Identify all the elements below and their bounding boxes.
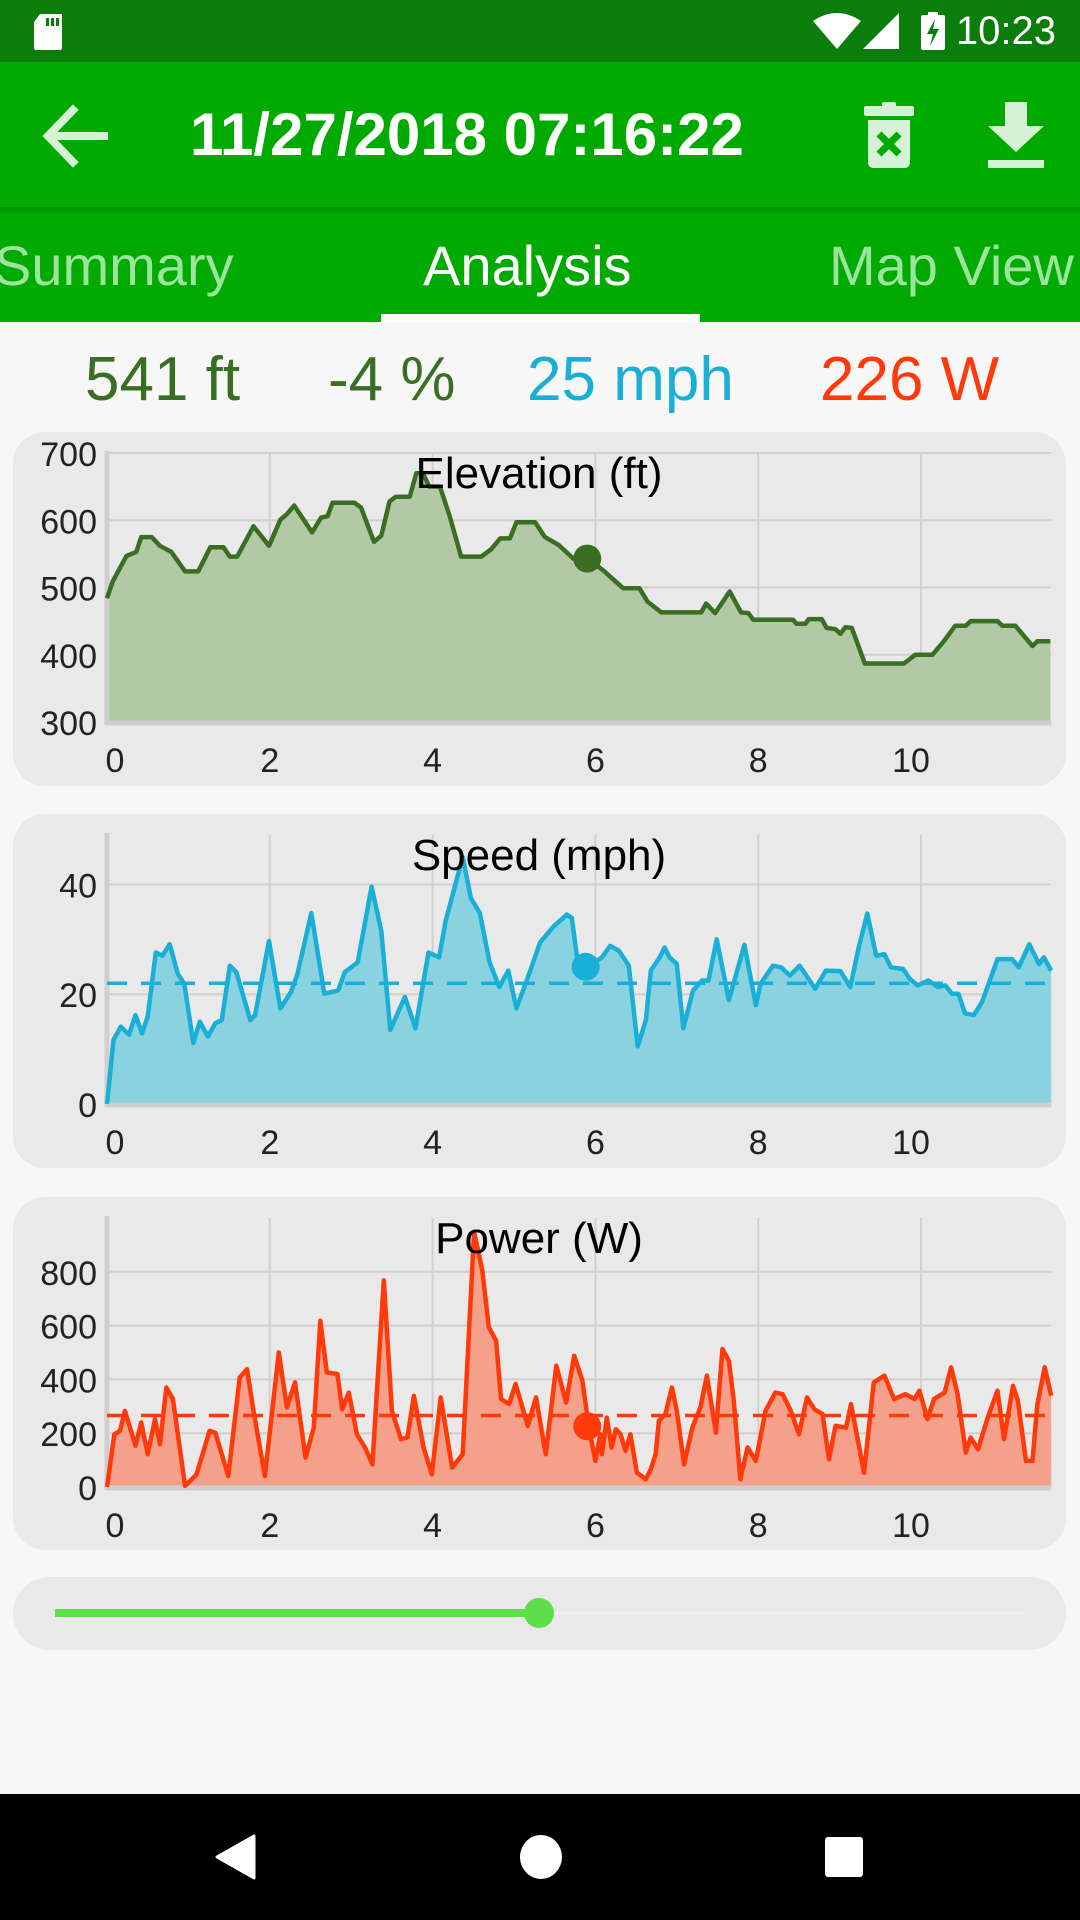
x-tick-label: 6 (586, 742, 605, 780)
x-tick-label: 0 (106, 1507, 125, 1545)
y-tick-label: 400 (40, 638, 97, 676)
x-tick-label: 10 (892, 742, 930, 780)
back-triangle-icon (215, 1834, 256, 1880)
x-tick-label: 0 (106, 1124, 125, 1162)
x-tick-label: 10 (892, 1124, 930, 1162)
nav-bar (0, 1794, 1080, 1920)
stats-row: 541 ft -4 % 25 mph 226 W (0, 340, 1080, 420)
app-bar: 11/27/2018 07:16:22 (0, 62, 1080, 210)
battery-charging-icon (921, 12, 945, 50)
tab-bar: Summary Analysis Map View (0, 213, 1080, 322)
x-tick-label: 4 (423, 742, 442, 780)
x-tick-label: 4 (423, 1124, 442, 1162)
cell-signal-icon (863, 13, 899, 49)
y-tick-label: 700 (40, 436, 97, 474)
power-stat: 226 W (820, 345, 1000, 414)
wifi-icon (813, 13, 861, 49)
delete-button[interactable] (862, 102, 916, 170)
x-tick-label: 8 (749, 1124, 768, 1162)
y-tick-label: 600 (40, 503, 97, 541)
clock: 10:23 (955, 9, 1056, 53)
status-bar: 10:23 (0, 0, 1080, 62)
power-chart-card: Power (W) 0 200 400 600 800 0 2 4 6 8 10 (13, 1197, 1066, 1550)
position-slider-card (13, 1577, 1066, 1650)
chart-title: Elevation (ft) (416, 449, 663, 498)
slider-thumb[interactable] (524, 1598, 554, 1628)
chart-title: Power (W) (435, 1214, 643, 1263)
trash-x-icon (864, 102, 914, 168)
x-tick-label: 4 (423, 1507, 442, 1545)
x-tick-label: 2 (260, 1507, 279, 1545)
elevation-chart[interactable]: Elevation (ft) 300 400 500 600 700 0 2 4 6 8 10 (13, 432, 1066, 786)
y-tick-label: 20 (59, 977, 97, 1015)
power-chart[interactable]: Power (W) 0 200 400 600 800 0 2 4 6 8 10 (13, 1197, 1066, 1550)
nav-home-button[interactable] (519, 1834, 563, 1880)
y-tick-label: 200 (40, 1416, 97, 1454)
y-tick-label: 600 (40, 1309, 97, 1347)
y-tick-label: 800 (40, 1255, 97, 1293)
download-icon (988, 102, 1044, 168)
page-title: 11/27/2018 07:16:22 (190, 101, 744, 168)
tab-analysis[interactable]: Analysis (423, 233, 632, 299)
back-button[interactable] (38, 102, 110, 170)
y-tick-label: 300 (40, 705, 97, 743)
chart-title: Speed (mph) (412, 831, 666, 880)
area-fill (107, 1232, 1052, 1487)
x-tick-label: 2 (260, 742, 279, 780)
nav-recents-button[interactable] (824, 1836, 864, 1878)
elevation-chart-card: Elevation (ft) 300 400 500 600 700 0 2 4 6 8 10 (13, 432, 1066, 786)
cursor-marker[interactable] (571, 952, 600, 981)
nav-back-button[interactable] (214, 1834, 260, 1880)
x-tick-label: 8 (749, 742, 768, 780)
x-tick-label: 8 (749, 1507, 768, 1545)
x-tick-label: 6 (586, 1124, 605, 1162)
download-button[interactable] (988, 102, 1044, 170)
y-tick-label: 500 (40, 571, 97, 609)
arrow-left-icon (42, 104, 108, 168)
y-tick-label: 400 (40, 1362, 97, 1400)
tab-map-view[interactable]: Map View (829, 233, 1074, 299)
elevation-stat: 541 ft (85, 345, 241, 414)
x-tick-label: 2 (260, 1124, 279, 1162)
y-tick-label: 40 (59, 867, 97, 905)
x-tick-label: 0 (106, 742, 125, 780)
grade-stat: -4 % (328, 345, 456, 414)
active-tab-indicator (381, 314, 700, 322)
speed-chart-card: Speed (mph) 0 20 40 0 2 4 6 8 10 (13, 814, 1066, 1168)
slider-fill (55, 1609, 539, 1617)
y-tick-label: 0 (78, 1087, 97, 1125)
sd-card-icon (34, 14, 62, 50)
x-tick-label: 10 (892, 1507, 930, 1545)
recents-square-icon (825, 1837, 863, 1877)
home-circle-icon (520, 1835, 562, 1879)
cursor-marker[interactable] (573, 544, 602, 573)
tab-summary[interactable]: Summary (0, 233, 234, 299)
position-slider[interactable] (55, 1598, 1023, 1628)
speed-stat: 25 mph (527, 345, 734, 414)
speed-chart[interactable]: Speed (mph) 0 20 40 0 2 4 6 8 10 (13, 814, 1066, 1168)
cursor-marker[interactable] (573, 1412, 602, 1441)
y-tick-label: 0 (78, 1470, 97, 1508)
x-tick-label: 6 (586, 1507, 605, 1545)
area-fill (107, 473, 1051, 722)
